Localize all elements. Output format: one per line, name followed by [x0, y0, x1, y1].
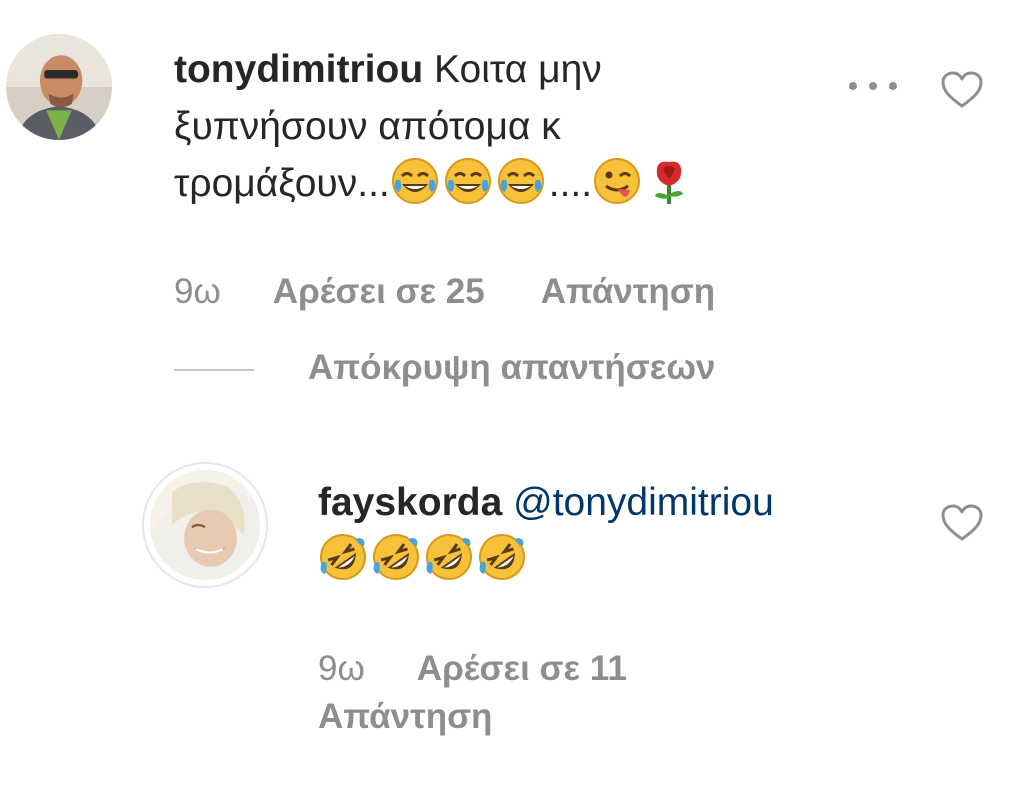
mention-link[interactable]: @tonydimitriou	[513, 481, 774, 524]
hide-replies-button[interactable]: Απόκρυψη απαντήσεων	[308, 348, 715, 388]
comment-text: tonydimitriou Κοιτα μην ξυπνήσουν απότομ…	[174, 41, 814, 212]
rose-icon	[645, 156, 695, 206]
comment-username[interactable]: tonydimitriou	[174, 48, 423, 91]
face-with-tears-of-joy-icon	[390, 156, 440, 206]
more-options-icon[interactable]	[845, 74, 901, 98]
rolling-on-floor-laughing-icon	[371, 532, 421, 582]
like-heart-icon[interactable]	[940, 70, 984, 110]
replies-divider	[174, 369, 254, 371]
comment-body-line2: ξυπνήσουν απότομα κ	[174, 105, 561, 148]
comment-time[interactable]: 9ω	[318, 649, 365, 688]
likes-count[interactable]: Αρέσει σε 25	[273, 272, 485, 311]
comment-time[interactable]: 9ω	[174, 272, 221, 311]
rolling-on-floor-laughing-icon	[318, 532, 368, 582]
avatar[interactable]	[6, 34, 112, 140]
winking-face-with-tongue-icon	[592, 156, 642, 206]
face-with-tears-of-joy-icon	[443, 156, 493, 206]
profile-photo	[6, 34, 112, 140]
like-heart-icon[interactable]	[940, 503, 984, 543]
comment-body-line1: Κοιτα μην	[433, 48, 602, 91]
comment-username[interactable]: fayskorda	[318, 481, 502, 524]
reply-text: fayskorda @tonydimitriou	[318, 474, 918, 588]
reply-button[interactable]: Απάντηση	[541, 272, 715, 311]
profile-photo	[150, 470, 260, 580]
comment-meta: 9ω Αρέσει σε 25 Απάντηση	[174, 272, 715, 312]
comment-meta: 9ω Αρέσει σε 11 Απάντηση	[318, 645, 627, 741]
comment-body-dots: ....	[548, 162, 593, 205]
reply-button[interactable]: Απάντηση	[318, 697, 492, 736]
rolling-on-floor-laughing-icon	[424, 532, 474, 582]
likes-count[interactable]: Αρέσει σε 11	[417, 649, 627, 688]
face-with-tears-of-joy-icon	[496, 156, 546, 206]
avatar[interactable]	[142, 462, 268, 588]
comment-body-line3: τρομάξουν...	[174, 162, 390, 205]
rolling-on-floor-laughing-icon	[477, 532, 527, 582]
